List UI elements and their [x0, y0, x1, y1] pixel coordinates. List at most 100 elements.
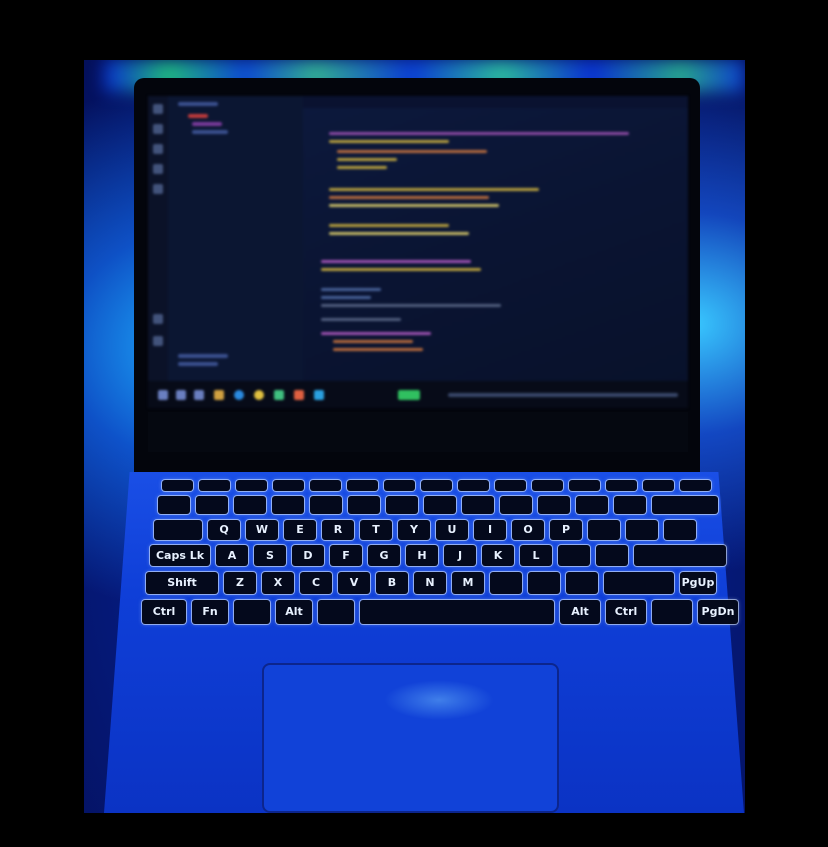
- number-key: [234, 496, 266, 514]
- key-n: N: [414, 572, 446, 594]
- screen-bezel: [148, 412, 688, 452]
- function-key: [643, 480, 674, 491]
- fn-key: Fn: [192, 600, 228, 624]
- folder-icon: [214, 390, 224, 400]
- function-key: [310, 480, 341, 491]
- backspace-key: [652, 496, 718, 514]
- left-alt-key: Alt: [276, 600, 312, 624]
- key-w: W: [246, 520, 278, 540]
- key-q: Q: [208, 520, 240, 540]
- number-key: [348, 496, 380, 514]
- backlit-keyboard: Q W E R T Y U I O P Caps Lk A S D F G H J K L Shift Z X C V B N M Pg…: [142, 480, 738, 650]
- settings-gear-icon: [153, 336, 163, 346]
- key-h: H: [406, 545, 438, 566]
- code-line: [321, 304, 501, 307]
- number-key: [386, 496, 418, 514]
- function-key: [347, 480, 378, 491]
- space-bar: [360, 600, 554, 624]
- windows-key: [234, 600, 270, 624]
- function-key: [458, 480, 489, 491]
- code-line: [321, 288, 381, 291]
- explorer-icon: [153, 104, 163, 114]
- function-key: [421, 480, 452, 491]
- right-alt-key: Alt: [560, 600, 600, 624]
- key-j: J: [444, 545, 476, 566]
- browser-icon: [234, 390, 244, 400]
- extensions-icon: [153, 184, 163, 194]
- key-o: O: [512, 520, 544, 540]
- code-line: [329, 132, 629, 135]
- code-line: [333, 348, 423, 351]
- key-x: X: [262, 572, 294, 594]
- function-key: [495, 480, 526, 491]
- sidebar-item: [178, 354, 228, 358]
- number-key: [158, 496, 190, 514]
- right-ctrl-key: Ctrl: [606, 600, 646, 624]
- number-key: [576, 496, 608, 514]
- function-key: [680, 480, 711, 491]
- page-down-key: PgDn: [698, 600, 738, 624]
- os-taskbar: [148, 381, 688, 408]
- symbol-key: [664, 520, 696, 540]
- number-key: [500, 496, 532, 514]
- number-key: [196, 496, 228, 514]
- photo-frame: Q W E R T Y U I O P Caps Lk A S D F G H J K L Shift Z X C V B N M Pg…: [84, 60, 745, 813]
- key-k: K: [482, 545, 514, 566]
- enter-key: [634, 545, 726, 566]
- number-key: [614, 496, 646, 514]
- key-l: L: [520, 545, 552, 566]
- symbol-key: [596, 545, 628, 566]
- key-m: M: [452, 572, 484, 594]
- tray-icons: [448, 393, 678, 397]
- key-i: I: [474, 520, 506, 540]
- account-icon: [153, 314, 163, 324]
- symbol-key: [588, 520, 620, 540]
- start-icon: [158, 390, 168, 400]
- editor-tabs: [303, 96, 688, 108]
- function-key: [606, 480, 637, 491]
- chrome-icon: [254, 390, 264, 400]
- tab-key: [154, 520, 202, 540]
- caps-lock-key: Caps Lk: [150, 545, 210, 566]
- number-key: [462, 496, 494, 514]
- source-control-icon: [153, 144, 163, 154]
- app-icon: [274, 390, 284, 400]
- sidebar-item: [178, 102, 218, 106]
- editor-sidebar: [168, 96, 303, 381]
- function-key: [273, 480, 304, 491]
- function-key: [569, 480, 600, 491]
- symbol-key: [528, 572, 560, 594]
- function-key: [162, 480, 193, 491]
- debug-icon: [153, 164, 163, 174]
- code-line: [329, 224, 449, 227]
- function-key: [384, 480, 415, 491]
- key-a: A: [216, 545, 248, 566]
- key-b: B: [376, 572, 408, 594]
- function-key: [199, 480, 230, 491]
- editor-activity-bar: [148, 96, 168, 381]
- function-key: [236, 480, 267, 491]
- key-r: R: [322, 520, 354, 540]
- code-line: [321, 260, 471, 263]
- app-icon: [294, 390, 304, 400]
- number-key: [272, 496, 304, 514]
- code-line: [321, 268, 481, 271]
- key-p: P: [550, 520, 582, 540]
- key-e: E: [284, 520, 316, 540]
- key-g: G: [368, 545, 400, 566]
- key-f: F: [330, 545, 362, 566]
- vscode-icon: [314, 390, 324, 400]
- sidebar-item: [192, 122, 222, 126]
- key-z: Z: [224, 572, 256, 594]
- code-line: [337, 158, 397, 161]
- symbol-key: [558, 545, 590, 566]
- key-u: U: [436, 520, 468, 540]
- symbol-key: [626, 520, 658, 540]
- sidebar-item: [178, 362, 218, 366]
- laptop-screen: [148, 96, 688, 408]
- code-line: [329, 232, 469, 235]
- key-t: T: [360, 520, 392, 540]
- function-key: [532, 480, 563, 491]
- symbol-key: [490, 572, 522, 594]
- status-indicator: [398, 390, 420, 400]
